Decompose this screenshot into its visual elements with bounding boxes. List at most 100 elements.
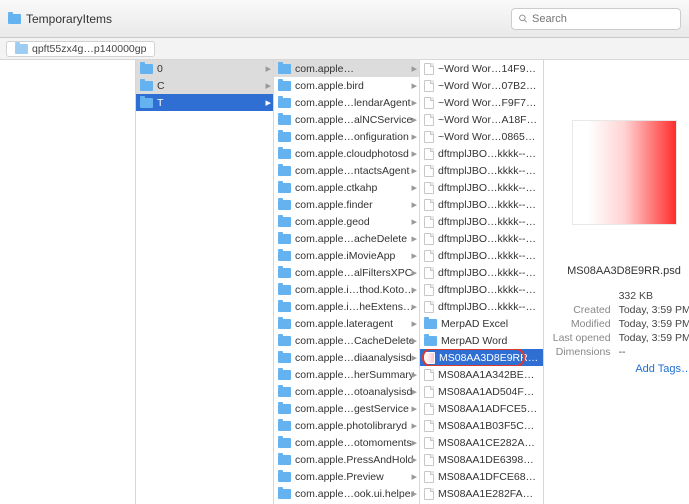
list-item[interactable]: T▸ — [136, 94, 273, 111]
column-3[interactable]: com.apple…▸com.apple.bird▸com.apple…lend… — [274, 60, 420, 504]
list-item[interactable]: MS08AA1A342BE7.png — [420, 366, 543, 383]
list-item[interactable]: com.apple.ctkahp▸ — [274, 179, 419, 196]
folder-icon — [278, 98, 291, 108]
list-item[interactable]: com.apple…alNCService▸ — [274, 111, 419, 128]
item-label: com.apple…diaanalysisd — [295, 352, 415, 364]
list-item[interactable]: MS08AA1B03F5C0.png — [420, 417, 543, 434]
list-item[interactable]: com.apple…▸ — [274, 60, 419, 77]
list-item[interactable]: ~Word Wor…07B20}.tmp — [420, 77, 543, 94]
list-item[interactable]: com.apple.finder▸ — [274, 196, 419, 213]
item-label: com.apple.cloudphotosd — [295, 148, 415, 160]
meta-created: Today, 3:59 PM — [619, 304, 689, 316]
list-item[interactable]: com.apple.Preview▸ — [274, 468, 419, 485]
list-item[interactable]: com.apple.PressAndHold▸ — [274, 451, 419, 468]
list-item[interactable]: MerpAD Excel — [420, 315, 543, 332]
item-label: MS08AA1DE63980.png — [438, 454, 539, 466]
column-browser: 0▸C▸T▸ com.apple…▸com.apple.bird▸com.app… — [0, 60, 689, 504]
list-item[interactable]: C▸ — [136, 77, 273, 94]
list-item[interactable]: MS08AA1DE63980.png — [420, 451, 543, 468]
list-item[interactable]: com.apple.i…heExtension▸ — [274, 298, 419, 315]
file-icon — [424, 267, 434, 279]
chevron-right-icon: ▸ — [411, 351, 417, 364]
list-item[interactable]: dftmplJBO…kkkk-------- — [420, 281, 543, 298]
list-item[interactable]: com.apple…otomoments▸ — [274, 434, 419, 451]
list-item[interactable]: com.apple.bird▸ — [274, 77, 419, 94]
list-item[interactable]: ~Word Wor…A18F2}.tmp — [420, 111, 543, 128]
file-icon — [424, 63, 434, 75]
file-icon — [424, 97, 434, 109]
list-item[interactable]: com.apple.photolibraryd▸ — [274, 417, 419, 434]
list-item[interactable]: ~Word Wor…14F90}.tmp — [420, 60, 543, 77]
list-item[interactable]: com.apple…alFiltersXPC▸ — [274, 264, 419, 281]
file-icon — [424, 488, 434, 500]
list-item[interactable]: MS08AA1DFCE681.png — [420, 468, 543, 485]
folder-icon — [278, 319, 291, 329]
item-label: com.apple…ook.ui.helper — [295, 488, 415, 500]
folder-icon — [278, 353, 291, 363]
folder-icon — [140, 98, 153, 108]
meta-dimensions: -- — [619, 346, 689, 358]
item-label: com.apple.geod — [295, 216, 415, 228]
item-label: com.apple…ntactsAgent — [295, 165, 415, 177]
list-item[interactable]: dftmplJBO…kkkk-------- — [420, 145, 543, 162]
list-item[interactable]: com.apple…acheDelete▸ — [274, 230, 419, 247]
add-tags-link[interactable]: Add Tags… — [548, 359, 689, 379]
list-item[interactable]: dftmplJBO…kkkk-------- — [420, 298, 543, 315]
list-item[interactable]: dftmplJBO…kkkk-------- — [420, 213, 543, 230]
list-item[interactable]: com.apple.i…thod.Kotoeri▸ — [274, 281, 419, 298]
list-item[interactable]: com.apple…lendarAgent▸ — [274, 94, 419, 111]
item-label: com.apple.finder — [295, 199, 415, 211]
column-4[interactable]: ~Word Wor…14F90}.tmp ~Word Wor…07B20}.tmp… — [420, 60, 544, 504]
item-label: ~Word Wor…07B20}.tmp — [438, 80, 539, 92]
item-label: com.apple.i…heExtension — [295, 301, 415, 313]
list-item[interactable]: com.apple…diaanalysisd▸ — [274, 349, 419, 366]
list-item[interactable]: dftmplJBO…kkkk-------- — [420, 179, 543, 196]
list-item[interactable]: ~Word Wor…0865E}.tmp — [420, 128, 543, 145]
file-icon — [424, 165, 434, 177]
item-label: MS08AA1AD504F9.png — [438, 386, 539, 398]
chevron-right-icon: ▸ — [411, 147, 417, 160]
item-label: dftmplJBO…kkkk-------- — [438, 165, 539, 177]
chevron-right-icon: ▸ — [411, 317, 417, 330]
list-item[interactable]: com.apple…CacheDelete▸ — [274, 332, 419, 349]
item-label: dftmplJBO…kkkk-------- — [438, 199, 539, 211]
list-item[interactable]: com.apple…otoanalysisd▸ — [274, 383, 419, 400]
list-item[interactable]: com.apple.iMovieApp▸ — [274, 247, 419, 264]
list-item[interactable]: MerpAD Word — [420, 332, 543, 349]
list-item[interactable]: dftmplJBO…kkkk-------- — [420, 162, 543, 179]
chevron-right-icon: ▸ — [411, 232, 417, 245]
list-item[interactable]: dftmplJBO…kkkk-------- — [420, 247, 543, 264]
list-item[interactable]: dftmplJBO…kkkk-------- — [420, 230, 543, 247]
list-item[interactable]: MS08AA1E282FAD.png — [420, 485, 543, 502]
list-item[interactable]: ~Word Wor…F9F7F}.tmp — [420, 94, 543, 111]
list-item[interactable]: 0▸ — [136, 60, 273, 77]
list-item[interactable]: MS08AA1AD504F9.png — [420, 383, 543, 400]
list-item[interactable]: com.apple.geod▸ — [274, 213, 419, 230]
list-item[interactable]: MS08AA1ADFCE5E7.png — [420, 400, 543, 417]
column-1[interactable] — [0, 60, 136, 504]
chevron-right-icon: ▸ — [411, 385, 417, 398]
chevron-right-icon: ▸ — [411, 198, 417, 211]
file-icon — [424, 199, 434, 211]
file-icon — [424, 471, 434, 483]
list-item[interactable]: com.apple…ntactsAgent▸ — [274, 162, 419, 179]
chevron-right-icon: ▸ — [411, 453, 417, 466]
list-item[interactable]: MS08AA3D8E9RR.psd — [420, 349, 543, 366]
list-item[interactable]: com.apple.cloudphotosd▸ — [274, 145, 419, 162]
list-item[interactable]: com.apple…onfiguration▸ — [274, 128, 419, 145]
list-item[interactable]: com.apple…ook.ui.helper▸ — [274, 485, 419, 502]
list-item[interactable]: com.apple.lateragent▸ — [274, 315, 419, 332]
list-item[interactable]: dftmplJBO…kkkk-------- — [420, 196, 543, 213]
meta-modified: Today, 3:59 PM — [619, 318, 689, 330]
list-item[interactable]: com.apple…herSummary▸ — [274, 366, 419, 383]
file-icon — [424, 284, 434, 296]
list-item[interactable]: com.apple…gestService▸ — [274, 400, 419, 417]
search-input[interactable] — [532, 13, 674, 25]
search-field[interactable] — [511, 8, 681, 30]
list-item[interactable]: dftmplJBO…kkkk-------- — [420, 264, 543, 281]
chevron-right-icon: ▸ — [411, 470, 417, 483]
item-label: dftmplJBO…kkkk-------- — [438, 148, 539, 160]
column-2[interactable]: 0▸C▸T▸ — [136, 60, 274, 504]
path-segment[interactable]: qpft55zx4g…p140000gp — [6, 41, 155, 57]
list-item[interactable]: MS08AA1CE282A7.png — [420, 434, 543, 451]
